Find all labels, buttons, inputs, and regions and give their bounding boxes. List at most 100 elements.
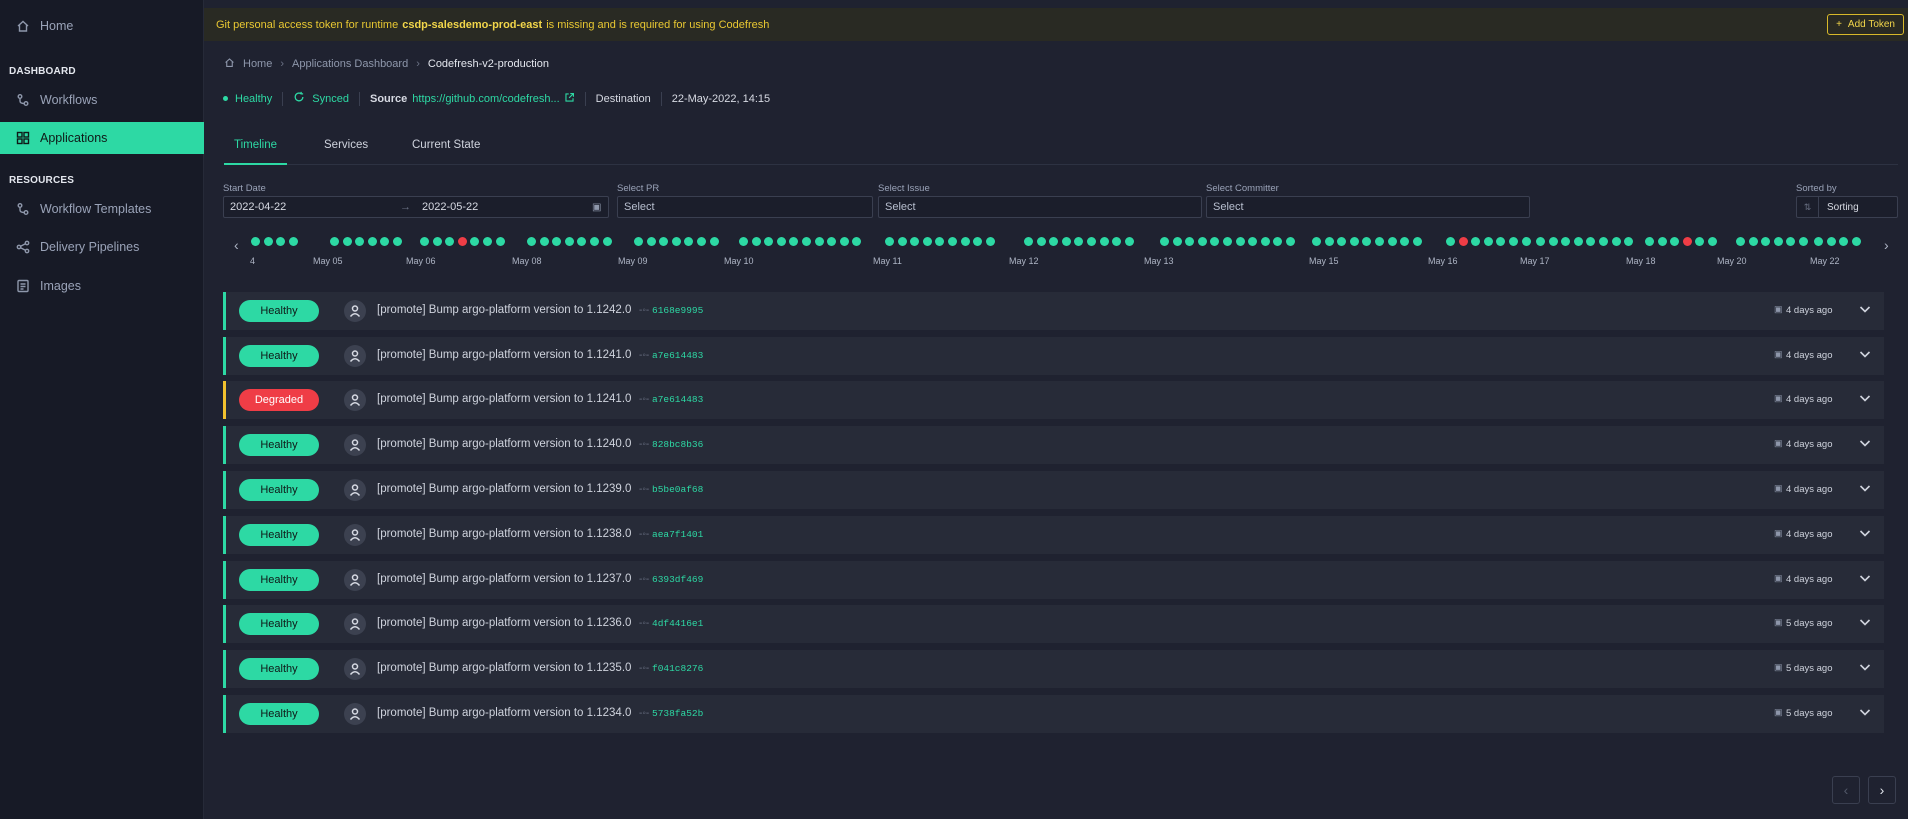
timeline-commit-dot[interactable] bbox=[251, 237, 260, 246]
timeline-commit-dot[interactable] bbox=[1324, 237, 1334, 246]
timeline-commit-dot[interactable] bbox=[1851, 237, 1861, 246]
tab-timeline[interactable]: Timeline bbox=[224, 139, 288, 165]
timeline-commit-dot[interactable] bbox=[910, 237, 920, 246]
timeline-commit-dot[interactable] bbox=[1521, 237, 1531, 246]
timeline-commit-dot[interactable] bbox=[839, 237, 849, 246]
timeline-commit-dot[interactable] bbox=[1223, 237, 1232, 246]
table-row[interactable]: Healthy [promote] Bump argo-platform vers… bbox=[223, 471, 1884, 509]
timeline-commit-dot[interactable] bbox=[1748, 237, 1758, 246]
timeline-commit-dot[interactable] bbox=[1483, 237, 1493, 246]
chevron-down-icon[interactable] bbox=[1858, 660, 1874, 676]
timeline-commit-dot[interactable] bbox=[1682, 237, 1692, 246]
table-row[interactable]: Healthy [promote] Bump argo-platform vers… bbox=[223, 605, 1884, 643]
timeline-commit-dot[interactable] bbox=[973, 237, 983, 246]
timeline-commit-dot[interactable] bbox=[1112, 237, 1122, 246]
timeline-commit-dot[interactable] bbox=[1412, 237, 1422, 246]
timeline-commit-dot[interactable] bbox=[646, 237, 656, 246]
timeline-commit-dot[interactable] bbox=[1337, 237, 1347, 246]
timeline-commit-dot[interactable] bbox=[1826, 237, 1836, 246]
timeline-commit-dot[interactable] bbox=[1708, 237, 1717, 246]
timeline-commit-dot[interactable] bbox=[342, 237, 352, 246]
timeline-commit-dot[interactable] bbox=[802, 237, 811, 246]
chevron-down-icon[interactable] bbox=[1858, 615, 1874, 631]
timeline-commit-dot[interactable] bbox=[1446, 237, 1455, 246]
timeline-commit-dot[interactable] bbox=[355, 237, 365, 246]
timeline-commit-dot[interactable] bbox=[1799, 237, 1808, 246]
commit-sha[interactable]: aea7f1401 bbox=[652, 529, 703, 540]
timeline-commit-dot[interactable] bbox=[527, 237, 536, 246]
timeline-commit-dot[interactable] bbox=[697, 237, 706, 246]
chevron-right-icon[interactable]: › bbox=[1884, 237, 1889, 253]
timeline-commit-dot[interactable] bbox=[1286, 237, 1295, 246]
timeline-commit-dot[interactable] bbox=[1273, 237, 1283, 246]
timeline-commit-dot[interactable] bbox=[1185, 237, 1195, 246]
sidebar-item-applications[interactable]: Applications bbox=[0, 122, 204, 154]
timeline-commit-dot[interactable] bbox=[659, 237, 669, 246]
timeline-commit-dot[interactable] bbox=[1536, 237, 1545, 246]
timeline-commit-dot[interactable] bbox=[1599, 237, 1608, 246]
timeline-commit-dot[interactable] bbox=[1548, 237, 1558, 246]
chevron-down-icon[interactable] bbox=[1858, 436, 1874, 452]
timeline-commit-dot[interactable] bbox=[1260, 237, 1270, 246]
timeline-commit-dot[interactable] bbox=[1624, 237, 1634, 246]
timeline-commit-dot[interactable] bbox=[564, 237, 574, 246]
table-row[interactable]: Healthy [promote] Bump argo-platform vers… bbox=[223, 292, 1884, 330]
chevron-down-icon[interactable] bbox=[1858, 302, 1874, 318]
timeline-commit-dot[interactable] bbox=[814, 237, 824, 246]
table-row[interactable]: Healthy [promote] Bump argo-platform vers… bbox=[223, 337, 1884, 375]
timeline-commit-dot[interactable] bbox=[1375, 237, 1384, 246]
commit-sha[interactable]: 6393df469 bbox=[652, 574, 703, 585]
sidebar-item-workflows[interactable]: Workflows bbox=[0, 84, 204, 116]
timeline-commit-dot[interactable] bbox=[764, 237, 774, 246]
timeline-commit-dot[interactable] bbox=[935, 237, 945, 246]
timeline-commit-dot[interactable] bbox=[1036, 237, 1046, 246]
select-pr-dropdown[interactable]: Select bbox=[617, 196, 873, 218]
timeline-commit-dot[interactable] bbox=[948, 237, 957, 246]
commit-sha[interactable]: a7e614483 bbox=[652, 350, 703, 361]
timeline-commit-dot[interactable] bbox=[393, 237, 402, 246]
timeline-commit-dot[interactable] bbox=[1061, 237, 1071, 246]
timeline-commit-dot[interactable] bbox=[263, 237, 273, 246]
timeline-commit-dot[interactable] bbox=[885, 237, 894, 246]
commit-sha[interactable]: 5738fa52b bbox=[652, 708, 703, 719]
timeline-commit-dot[interactable] bbox=[1471, 237, 1481, 246]
sidebar-item-home[interactable]: Home bbox=[0, 10, 204, 42]
timeline-commit-dot[interactable] bbox=[985, 237, 995, 246]
timeline-commit-dot[interactable] bbox=[1074, 237, 1084, 246]
table-row[interactable]: Healthy [promote] Bump argo-platform vers… bbox=[223, 516, 1884, 554]
timeline-commit-dot[interactable] bbox=[1761, 237, 1771, 246]
timeline-commit-dot[interactable] bbox=[684, 237, 694, 246]
table-row[interactable]: Healthy [promote] Bump argo-platform vers… bbox=[223, 426, 1884, 464]
timeline-commit-dot[interactable] bbox=[367, 237, 377, 246]
timeline-commit-dot[interactable] bbox=[1172, 237, 1182, 246]
timeline-commit-dot[interactable] bbox=[1197, 237, 1207, 246]
timeline-commit-dot[interactable] bbox=[852, 237, 862, 246]
source-link[interactable]: https://github.com/codefresh... bbox=[412, 93, 559, 105]
breadcrumb-home[interactable]: Home bbox=[243, 58, 272, 70]
timeline-commit-dot[interactable] bbox=[1235, 237, 1245, 246]
timeline-commit-dot[interactable] bbox=[1248, 237, 1258, 246]
timeline-commit-dot[interactable] bbox=[1670, 237, 1680, 246]
timeline-commit-dot[interactable] bbox=[776, 237, 786, 246]
timeline-commit-dot[interactable] bbox=[288, 237, 298, 246]
timeline-commit-dot[interactable] bbox=[1573, 237, 1583, 246]
date-range-picker[interactable]: 2022-04-22 → 2022-05-22 ▣ bbox=[223, 196, 609, 218]
sidebar-item-workflow-templates[interactable]: Workflow Templates bbox=[0, 193, 204, 225]
timeline-commit-dot[interactable] bbox=[602, 237, 612, 246]
timeline-commit-dot[interactable] bbox=[330, 237, 339, 246]
chevron-down-icon[interactable] bbox=[1858, 705, 1874, 721]
timeline-commit-dot[interactable] bbox=[1773, 237, 1783, 246]
chevron-down-icon[interactable] bbox=[1858, 347, 1874, 363]
timeline-commit-dot[interactable] bbox=[922, 237, 932, 246]
timeline-commit-dot[interactable] bbox=[1049, 237, 1059, 246]
table-row[interactable]: Healthy [promote] Bump argo-platform vers… bbox=[223, 650, 1884, 688]
table-row[interactable]: Healthy [promote] Bump argo-platform vers… bbox=[223, 695, 1884, 733]
pager-next-button[interactable]: › bbox=[1868, 776, 1896, 804]
add-token-button[interactable]: + Add Token bbox=[1827, 14, 1904, 35]
timeline-commit-dot[interactable] bbox=[1124, 237, 1134, 246]
timeline-commit-dot[interactable] bbox=[1160, 237, 1169, 246]
timeline-commit-dot[interactable] bbox=[739, 237, 748, 246]
chevron-down-icon[interactable] bbox=[1858, 481, 1874, 497]
timeline-commit-dot[interactable] bbox=[552, 237, 562, 246]
timeline-commit-dot[interactable] bbox=[1458, 237, 1468, 246]
